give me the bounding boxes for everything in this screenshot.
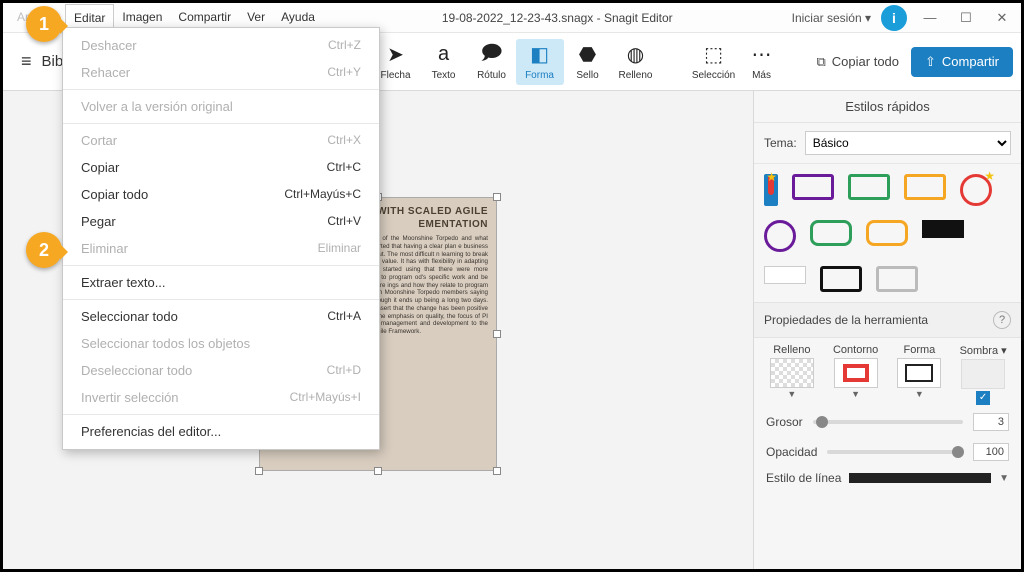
share-button[interactable]: ⇧Compartir <box>911 47 1013 77</box>
style-swatch[interactable]: ★ <box>960 174 992 206</box>
fill-swatch[interactable] <box>770 358 814 388</box>
tool-forma[interactable]: ◧Forma <box>516 39 564 85</box>
maximize-button[interactable]: ☐ <box>953 10 979 26</box>
style-swatch[interactable] <box>792 174 834 200</box>
opacity-row: Opacidad 100 <box>754 437 1021 467</box>
menu-item: Volver a la versión original <box>63 93 379 120</box>
copy-all-button[interactable]: ⧉Copiar todo <box>805 54 912 70</box>
user-avatar-icon[interactable]: i <box>881 5 907 31</box>
line-style-select[interactable] <box>849 473 991 483</box>
quick-styles-heading: Estilos rápidos <box>754 91 1021 123</box>
tool-sello[interactable]: ⬣Sello <box>564 43 612 81</box>
help-icon[interactable]: ? <box>993 311 1011 329</box>
callout-icon: 🗩 <box>480 43 502 67</box>
text-icon: a <box>438 43 449 67</box>
style-swatch[interactable]: ★ <box>764 174 778 206</box>
stamp-icon: ⬣ <box>579 43 596 67</box>
sign-in-link[interactable]: Iniciar sesión ▾ <box>792 11 871 25</box>
prop-fill[interactable]: Relleno ▼ <box>762 344 822 405</box>
menu-item: DeshacerCtrl+Z <box>63 32 379 59</box>
copy-icon: ⧉ <box>817 54 826 70</box>
menu-item: CortarCtrl+X <box>63 127 379 154</box>
share-icon: ⇧ <box>925 54 936 70</box>
chevron-down-icon[interactable]: ▼ <box>762 389 822 399</box>
opacity-value[interactable]: 100 <box>973 443 1009 461</box>
edit-menu-dropdown: DeshacerCtrl+ZRehacerCtrl+Y Volver a la v… <box>62 27 380 450</box>
resize-handle[interactable] <box>493 467 501 475</box>
shape-swatch[interactable] <box>897 358 941 388</box>
close-button[interactable]: ✕ <box>989 10 1015 26</box>
thickness-row: Grosor 3 <box>754 407 1021 437</box>
menu-item: Deseleccionar todoCtrl+D <box>63 357 379 384</box>
callout-2: 2 <box>26 232 62 268</box>
thickness-value[interactable]: 3 <box>973 413 1009 431</box>
line-style-row: Estilo de línea ▼ <box>754 467 1021 491</box>
theme-select[interactable]: Básico <box>805 131 1011 155</box>
style-swatch[interactable] <box>764 266 806 284</box>
menu-item: Invertir selecciónCtrl+Mayús+I <box>63 384 379 411</box>
menu-item: Seleccionar todos los objetos <box>63 330 379 357</box>
menu-item[interactable]: Copiar todoCtrl+Mayús+C <box>63 181 379 208</box>
more-icon: ⋯ <box>752 43 772 67</box>
resize-handle[interactable] <box>493 330 501 338</box>
star-icon: ★ <box>766 170 777 184</box>
star-icon: ★ <box>984 169 995 183</box>
prop-outline[interactable]: Contorno ▼ <box>826 344 886 405</box>
style-swatch[interactable] <box>904 174 946 200</box>
style-swatch[interactable] <box>866 220 908 246</box>
shape-icon: ◧ <box>530 43 549 67</box>
tool-relleno[interactable]: ◍Relleno <box>612 43 660 81</box>
style-swatch[interactable] <box>764 220 796 252</box>
chevron-down-icon[interactable]: ▼ <box>999 473 1009 484</box>
chevron-down-icon[interactable]: ▼ <box>826 389 886 399</box>
hamburger-icon[interactable]: ≡ <box>11 51 42 72</box>
resize-handle[interactable] <box>255 467 263 475</box>
tool-properties-heading: Propiedades de la herramienta <box>764 313 928 327</box>
style-swatch[interactable] <box>922 220 964 238</box>
thickness-slider[interactable] <box>813 420 963 424</box>
selection-icon: ⬚ <box>704 43 723 67</box>
prop-shape[interactable]: Forma ▼ <box>890 344 950 405</box>
style-swatch[interactable] <box>848 174 890 200</box>
menu-item[interactable]: Preferencias del editor... <box>63 418 379 445</box>
fill-icon: ◍ <box>627 43 644 67</box>
menu-item[interactable]: Seleccionar todoCtrl+A <box>63 303 379 330</box>
tool-mas[interactable]: ⋯Más <box>738 43 786 81</box>
quick-styles-grid: ★ ★ <box>754 164 1021 302</box>
minimize-button[interactable]: — <box>917 10 943 25</box>
resize-handle[interactable] <box>493 193 501 201</box>
chevron-down-icon[interactable]: ▼ <box>890 389 950 399</box>
style-swatch[interactable] <box>876 266 918 292</box>
menu-item[interactable]: PegarCtrl+V <box>63 208 379 235</box>
window-title: 19-08-2022_12-23-43.snagx - Snagit Edito… <box>323 11 792 25</box>
arrow-icon: ➤ <box>387 43 404 67</box>
prop-shadow[interactable]: Sombra ▾ ✓ <box>953 344 1013 405</box>
menu-item: EliminarEliminar <box>63 235 379 262</box>
tool-rotulo[interactable]: 🗩Rótulo <box>468 43 516 81</box>
style-swatch[interactable] <box>820 266 862 292</box>
tool-texto[interactable]: aTexto <box>420 43 468 81</box>
shadow-toggle[interactable]: ✓ <box>976 391 990 405</box>
resize-handle[interactable] <box>374 467 382 475</box>
menu-item: RehacerCtrl+Y <box>63 59 379 86</box>
shadow-swatch[interactable] <box>961 359 1005 389</box>
menu-item[interactable]: CopiarCtrl+C <box>63 154 379 181</box>
tool-seleccion[interactable]: ⬚Selección <box>690 43 738 81</box>
menu-item[interactable]: Extraer texto... <box>63 269 379 296</box>
theme-label: Tema: <box>764 136 797 150</box>
callout-1: 1 <box>26 6 62 42</box>
right-panel: Estilos rápidos Tema: Básico ★ ★ P <box>753 91 1021 569</box>
style-swatch[interactable] <box>810 220 852 246</box>
outline-swatch[interactable] <box>834 358 878 388</box>
opacity-slider[interactable] <box>827 450 963 454</box>
